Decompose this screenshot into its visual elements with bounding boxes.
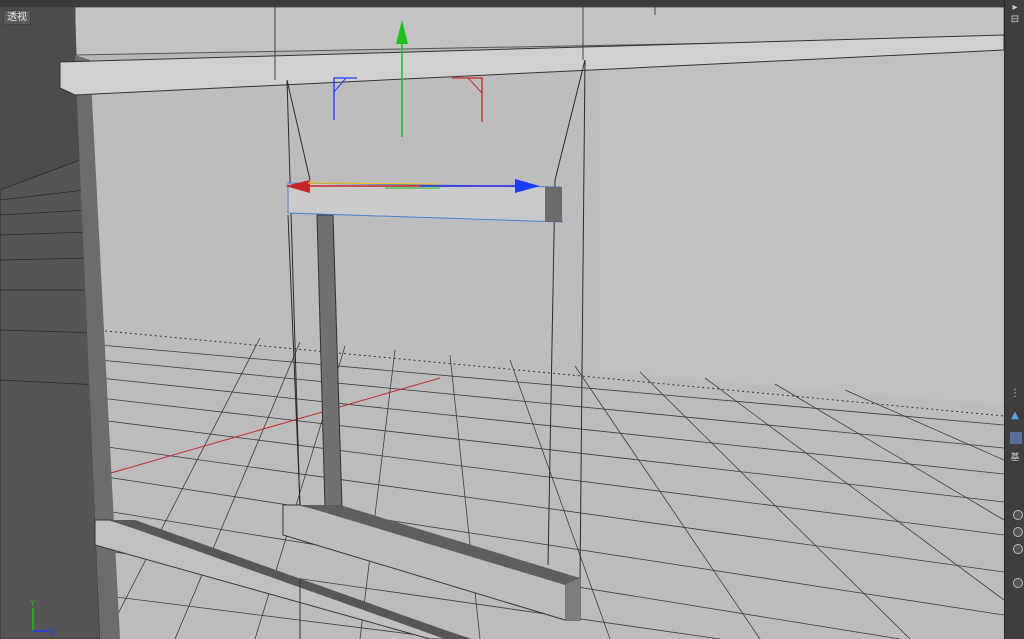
attributes-panel-edge: ▸ ⊟ ⋮ ▲ 基 bbox=[1004, 0, 1024, 639]
indicator-y-label: Y bbox=[29, 599, 36, 609]
radio-option-2[interactable] bbox=[1013, 527, 1023, 537]
tab-basic[interactable]: 基 bbox=[1009, 452, 1021, 464]
radio-option-3[interactable] bbox=[1013, 544, 1023, 554]
collapse-icon[interactable]: ▸ bbox=[1009, 2, 1021, 14]
viewport-camera-label[interactable]: 透视 bbox=[3, 10, 31, 25]
mode-icon[interactable]: ▲ bbox=[1009, 410, 1021, 422]
left-dark-region bbox=[0, 7, 80, 190]
scene-canvas[interactable]: Y Z bbox=[0, 7, 1004, 639]
selected-object-end bbox=[545, 187, 562, 222]
3d-viewport[interactable]: 透视 Y Z bbox=[0, 7, 1004, 639]
grid-icon[interactable]: ⋮ bbox=[1009, 388, 1021, 400]
indicator-z-label: Z bbox=[50, 628, 56, 638]
panel-layout-icon[interactable]: ⊟ bbox=[1009, 14, 1021, 26]
radio-option-1[interactable] bbox=[1013, 510, 1023, 520]
radio-option-4[interactable] bbox=[1013, 578, 1023, 588]
door-sill-end bbox=[565, 578, 580, 620]
tab-icon[interactable] bbox=[1010, 432, 1022, 444]
